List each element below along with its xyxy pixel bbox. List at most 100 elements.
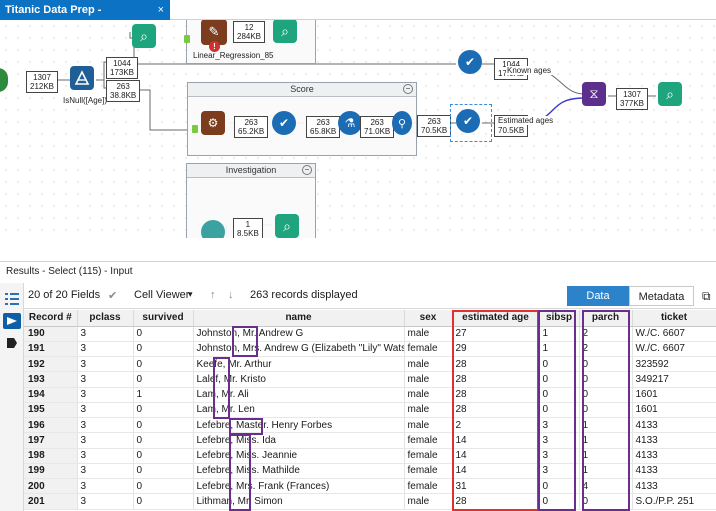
table-cell[interactable]: male (404, 493, 453, 510)
table-cell[interactable]: 4133 (632, 463, 716, 480)
table-cell[interactable]: 201 (24, 493, 78, 510)
browse-tool[interactable]: ⌕ (275, 214, 299, 238)
table-cell[interactable]: female (404, 463, 453, 480)
table-row[interactable]: 190 3 0 Johnston, Mr. Andrew Gmale 27 1 2 W./C.… (24, 326, 716, 342)
table-cell[interactable]: male (404, 326, 453, 342)
table-cell[interactable]: 28 (452, 402, 540, 419)
table-cell[interactable]: 0 (539, 371, 580, 388)
select-tool[interactable]: ✔ (458, 50, 482, 74)
table-cell[interactable]: 1601 (632, 402, 716, 419)
table-cell[interactable]: 3 (77, 432, 134, 449)
score-container[interactable]: Score − ⚙ 263 65.2KB ✔ 263 65.8KB ⚗ 263 71.… (187, 82, 417, 156)
investigation-container[interactable]: Investigation − 1 8.5KB ⌕ (186, 163, 316, 238)
table-cell[interactable]: 1 (579, 448, 633, 464)
table-row[interactable]: 194 3 1 Lam, Mr. Ali male 28 0 0 1601 (24, 387, 716, 403)
table-cell[interactable]: 0 (133, 448, 194, 464)
column-header[interactable]: survived (133, 310, 194, 327)
table-cell[interactable]: 0 (539, 387, 580, 403)
table-cell[interactable]: 0 (539, 478, 580, 495)
table-cell[interactable]: 3 (539, 417, 580, 434)
table-cell[interactable]: 1 (579, 417, 633, 434)
table-cell[interactable]: Lefebre, Miss. Ida (193, 432, 405, 449)
table-cell[interactable]: female (404, 341, 453, 358)
table-cell[interactable]: 197 (24, 432, 78, 449)
table-cell[interactable]: 0 (579, 371, 633, 388)
table-cell[interactable]: 0 (133, 432, 194, 449)
table-cell[interactable]: 200 (24, 478, 78, 495)
regression-container[interactable]: ✎ ! 12 284KB ⌕ Linear_Regression_85 (184, 20, 316, 64)
tab-data[interactable]: Data (567, 286, 629, 306)
table-cell[interactable]: 4133 (632, 448, 716, 464)
table-cell[interactable]: 3 (77, 417, 134, 434)
table-cell[interactable]: Lefebre, Master. Henry Forbes (193, 417, 405, 434)
table-cell[interactable]: Lefebre, Mrs. Frank (Frances) (193, 478, 405, 495)
table-cell[interactable]: 3 (539, 448, 580, 464)
table-cell[interactable]: 191 (24, 341, 78, 358)
table-cell[interactable]: 196 (24, 417, 78, 434)
table-cell[interactable]: Lefebre, Miss. Jeannie (193, 448, 405, 464)
column-header[interactable]: Record # (24, 310, 78, 327)
table-cell[interactable]: 14 (452, 463, 540, 480)
column-header[interactable]: name (193, 310, 405, 327)
table-cell[interactable]: Lalef, Mr. Kristo (193, 371, 405, 388)
table-cell[interactable]: 2 (579, 341, 633, 358)
table-cell[interactable]: 3 (77, 371, 134, 388)
table-row[interactable]: 199 3 0 Lefebre, Miss. Mathilde female 14 3 1 41… (24, 463, 716, 480)
browse-tool[interactable]: ⌕ (132, 24, 156, 48)
table-cell[interactable]: 14 (452, 432, 540, 449)
table-cell[interactable]: 3 (539, 432, 580, 449)
table-cell[interactable]: Johnston, Mr. Andrew G (193, 326, 405, 342)
table-cell[interactable]: Keefe, Mr. Arthur (193, 356, 405, 373)
table-cell[interactable]: 28 (452, 387, 540, 403)
table-cell[interactable]: 198 (24, 448, 78, 464)
select-tool[interactable]: ✔ (456, 109, 480, 133)
table-cell[interactable]: 0 (133, 356, 194, 373)
table-cell[interactable]: 4 (579, 478, 633, 495)
table-cell[interactable]: 3 (77, 402, 134, 419)
workflow-canvas[interactable]: 1307 212KB IsNull([Age]) 1044 173KB 263 38.… (0, 20, 716, 238)
sort-up-icon[interactable]: ↑ (210, 289, 216, 301)
table-cell[interactable]: 1 (539, 341, 580, 358)
table-cell[interactable]: 323592 (632, 356, 716, 373)
table-cell[interactable]: 2 (579, 326, 633, 342)
table-row[interactable]: 201 3 0 Lithman, Mr. Simon male 28 0 0 S.O./P.P.… (24, 493, 716, 510)
table-row[interactable]: 191 3 0 Johnston, Mrs. Andrew G (Elizabeth … (24, 341, 716, 358)
table-cell[interactable]: 0 (133, 478, 194, 495)
table-cell[interactable]: male (404, 371, 453, 388)
table-row[interactable]: 197 3 0 Lefebre, Miss. Ida female 14 3 1 4133 (24, 432, 716, 449)
table-cell[interactable]: W./C. 6607 (632, 341, 716, 358)
table-cell[interactable]: 195 (24, 402, 78, 419)
table-row[interactable]: 196 3 0 Lefebre, Master. Henry Forbes male 2 3… (24, 417, 716, 434)
table-cell[interactable]: 3 (539, 463, 580, 480)
table-cell[interactable]: 0 (133, 463, 194, 480)
table-cell[interactable]: 349217 (632, 371, 716, 388)
copy-icon[interactable]: ⧉ (702, 289, 711, 304)
table-cell[interactable]: 4133 (632, 432, 716, 449)
column-header[interactable]: ticket (632, 310, 716, 327)
chevron-down-icon[interactable]: ▾ (188, 289, 193, 300)
table-cell[interactable]: 3 (77, 463, 134, 480)
table-cell[interactable]: 1 (579, 432, 633, 449)
table-cell[interactable]: 0 (539, 493, 580, 510)
column-header[interactable]: sibsp (539, 310, 580, 327)
table-view-icon[interactable] (3, 313, 21, 329)
table-cell[interactable]: 199 (24, 463, 78, 480)
formula-tool[interactable] (70, 66, 94, 90)
table-cell[interactable]: Lam, Mr. Len (193, 402, 405, 419)
table-cell[interactable]: 0 (133, 417, 194, 434)
table-cell[interactable]: W./C. 6607 (632, 326, 716, 342)
table-cell[interactable]: 0 (133, 371, 194, 388)
table-cell[interactable]: 192 (24, 356, 78, 373)
table-cell[interactable]: 31 (452, 478, 540, 495)
collapse-icon[interactable]: − (403, 84, 413, 94)
table-row[interactable]: 193 3 0 Lalef, Mr. Kristo male 28 0 0 349217 (24, 371, 716, 388)
table-cell[interactable]: Lithman, Mr. Simon (193, 493, 405, 510)
table-cell[interactable]: 0 (579, 356, 633, 373)
table-cell[interactable]: 1601 (632, 387, 716, 403)
filter-tool[interactable]: ⚲ (392, 111, 412, 135)
table-cell[interactable]: Lefebre, Miss. Mathilde (193, 463, 405, 480)
table-cell[interactable]: female (404, 432, 453, 449)
table-cell[interactable]: 3 (77, 493, 134, 510)
table-cell[interactable]: 29 (452, 341, 540, 358)
table-cell[interactable]: 1 (133, 387, 194, 403)
